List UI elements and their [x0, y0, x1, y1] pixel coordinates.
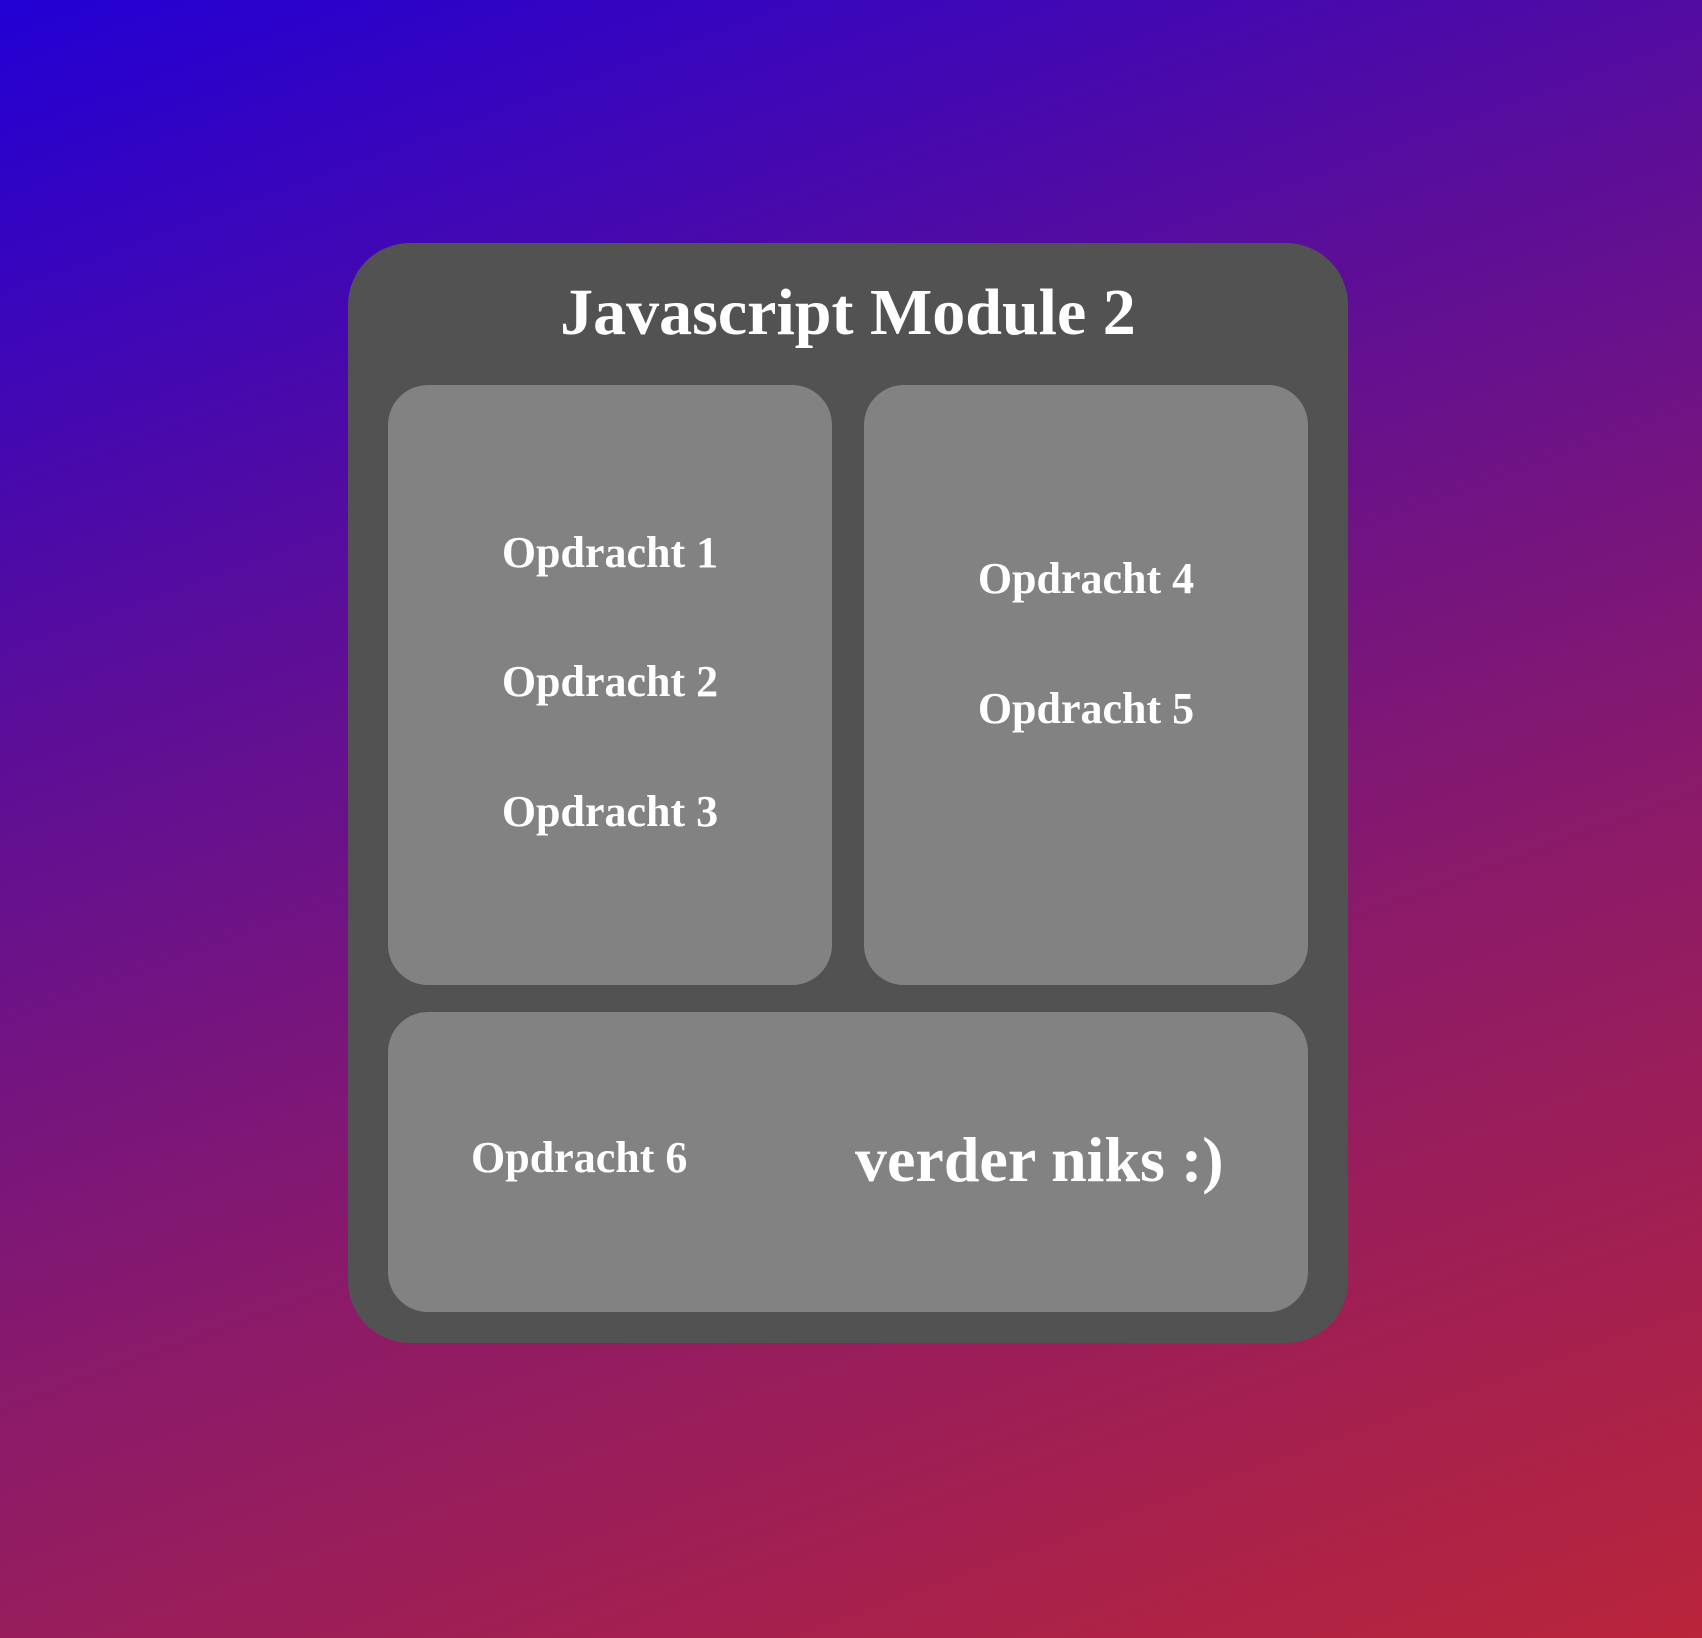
opdracht-4-link[interactable]: Opdracht 4	[864, 557, 1308, 601]
opdracht-3-link[interactable]: Opdracht 3	[388, 790, 832, 834]
assignments-panel-bottom: Opdracht 6 verder niks :)	[388, 1012, 1308, 1312]
opdracht-5-link[interactable]: Opdracht 5	[864, 687, 1308, 731]
closing-note: verder niks :)	[855, 1124, 1224, 1195]
module-card: Javascript Module 2 Opdracht 1 Opdracht …	[348, 243, 1348, 1343]
opdracht-2-link[interactable]: Opdracht 2	[388, 660, 832, 704]
opdracht-1-link[interactable]: Opdracht 1	[388, 531, 832, 575]
page-title: Javascript Module 2	[560, 276, 1136, 349]
opdracht-6-link[interactable]: Opdracht 6	[471, 1136, 687, 1180]
assignments-panel-right: Opdracht 4 Opdracht 5	[864, 385, 1308, 985]
assignments-panel-left: Opdracht 1 Opdracht 2 Opdracht 3	[388, 385, 832, 985]
